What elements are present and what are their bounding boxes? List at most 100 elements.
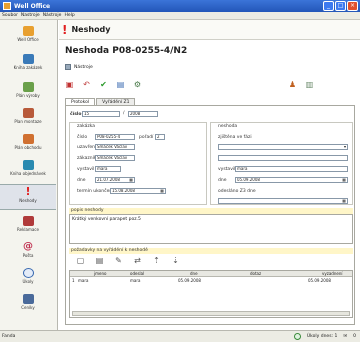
col-jmeno[interactable]: jmeno [94,271,106,277]
calendar-icon[interactable]: ▦ [129,178,133,182]
maximize-button[interactable]: □ [335,1,346,11]
col-dne[interactable]: dne [190,271,198,277]
mail-at-icon: @ [23,241,33,252]
new-request-icon[interactable]: ▢ [76,256,85,265]
calendar-icon[interactable]: ▦ [342,178,346,182]
sidebar-item-kniha-zakazek[interactable]: Kniha zakázek [0,54,56,70]
uzavreni-input[interactable]: Šmáček Václav [95,144,135,150]
col-dotaz[interactable]: dotaz [250,271,261,277]
cislo2-label: číslo [77,135,88,140]
dne-label: dne [77,178,86,183]
calendar-icon[interactable]: ▦ [342,199,346,203]
minimize-button[interactable]: _ [323,1,334,11]
reply-request-icon[interactable]: ⇄ [133,256,142,265]
pozadavky-table: jmeno odeslal dne dotaz vyzadnení 1 mara… [69,270,353,318]
pozadavky-header: požadavky na vyřádění k neshodě [69,248,353,254]
sidebar-item-label: Neshody [19,198,37,203]
sidebar-item-neshody[interactable]: ! Neshody [0,184,56,210]
close-button[interactable]: × [347,1,358,11]
termin-value: 15.08.2008 [112,188,135,193]
network-icon [22,82,34,92]
slash-separator: / [123,111,125,116]
settings-icon[interactable]: ⚙ [133,80,142,89]
sidebar-item-ceniky[interactable]: Ceníky [0,294,56,310]
document-title: Neshoda P08-0255-4/N2 [65,46,188,56]
undo-icon[interactable]: ↶ [82,80,91,89]
table-header: jmeno odeslal dne dotaz vyzadnení [70,271,352,277]
exclamation-icon: ! [25,185,31,198]
chevron-down-icon[interactable]: ▾ [344,145,346,149]
menu-nastroje[interactable]: Nastroje [21,13,40,18]
car-icon [22,216,34,226]
order-book-icon [22,160,34,170]
tools-icon [22,108,34,118]
zjistena-label: zjištěna ve fázi [218,135,252,140]
new-document-icon[interactable]: ▣ [65,80,74,89]
termin-input[interactable]: 15.08.2008 ▦ [110,188,166,194]
section-title: Neshody [71,25,111,34]
sidebar-item-kniha-objednavek[interactable]: Kniha objednávek [0,160,56,176]
status-tasks[interactable]: Úkoly dnes: 1 [307,334,337,339]
status-right: Úkoly dnes: 1 ✉ 0 [293,333,356,340]
sidebar-item-plan-vyroby[interactable]: Plán výroby [0,82,56,98]
sidebar-item-ukoly[interactable]: Úkoly [0,268,56,284]
open-request-icon[interactable]: ▤ [95,256,104,265]
cislo-input[interactable]: 15 [82,111,120,117]
vystavil-label: vystavil [77,167,95,172]
sidebar-item-label: Pošta [22,253,34,258]
odeslano-label: odesláno Z3 dne [218,189,256,194]
house-icon [22,26,34,36]
app-logo-icon [3,2,11,10]
exclamation-icon: ! [62,22,68,37]
sidebar-item-posta[interactable]: @ Pošta [0,241,56,259]
menu-nastroje-2[interactable]: Nástroje [43,13,62,18]
dne-input[interactable]: 21.07.2008 ▦ [95,177,135,183]
mail-icon[interactable]: ✉ [343,334,347,339]
vystavil-input[interactable]: mara [95,166,121,172]
section-header: ! Neshody [59,20,360,40]
sidebar-item-label: Kniha zakázek [13,65,43,70]
book-icon [22,54,34,64]
sort-asc-icon[interactable]: ⇡ [152,256,161,265]
tasks-clock-icon[interactable] [293,333,301,340]
sidebar-item-plan-obchodu[interactable]: Plán obchodu [0,134,56,150]
col-odeslal[interactable]: odeslal [130,271,144,277]
odeslano-input[interactable]: ▦ [218,198,348,204]
table-row[interactable]: 1 mara mara 05.09.2008 05.09.2008 [70,278,352,284]
neshoda-input-blank[interactable] [218,155,348,161]
window-title: Well Office [14,2,51,10]
tab-panel-protokol: číslo 15 / 2008 zakázka číslo P08-0255-4… [65,105,355,325]
horizontal-scrollbar[interactable] [72,311,350,316]
delete-icon[interactable]: ▥ [305,80,314,89]
zakazka-cislo-input[interactable]: P08-0255-4 [95,134,135,140]
tools-label[interactable]: Nástroje [74,65,93,70]
zakaznik-input[interactable]: Šmáček Václav [95,155,135,161]
menu-soubor[interactable]: Soubor [2,13,18,18]
edit-request-icon[interactable]: ✎ [114,256,123,265]
vystavil2-input[interactable]: mara [235,166,348,172]
sidebar-item-label: Plan montaze [14,119,42,124]
popis-textarea[interactable]: Krátký venkovní parapet poz.5 [69,214,353,244]
zjistena-select[interactable]: ▾ [218,144,348,150]
row-number: 1 [72,278,75,283]
confirm-check-icon[interactable]: ✔ [99,80,108,89]
menu-help[interactable]: Help [64,13,74,18]
save-icon[interactable]: ▤ [116,80,125,89]
rok-input[interactable]: 2008 [128,111,158,117]
dne2-value: 05.09.2008 [237,177,260,182]
sidebar-item-well-office[interactable]: Well Office [0,26,56,42]
sort-desc-icon[interactable]: ⇣ [171,256,180,265]
person-icon[interactable]: ♟ [288,80,297,89]
price-list-icon [22,294,34,304]
poradi-input[interactable]: 2 [155,134,165,140]
col-vyzadneni[interactable]: vyzadnení [322,271,342,277]
clock-icon [22,268,34,278]
sidebar-item-reklamace[interactable]: Reklamace [0,216,56,232]
sidebar-item-plan-montaze[interactable]: Plan montaze [0,108,56,124]
row-jmeno: mara [78,278,89,283]
dne2-input[interactable]: 05.09.2008 ▦ [235,177,348,183]
sidebar-item-label: Plán výroby [16,93,40,98]
calendar-icon[interactable]: ▦ [160,189,164,193]
tools-icon [65,64,71,70]
status-mail-count[interactable]: 0 [353,334,356,339]
